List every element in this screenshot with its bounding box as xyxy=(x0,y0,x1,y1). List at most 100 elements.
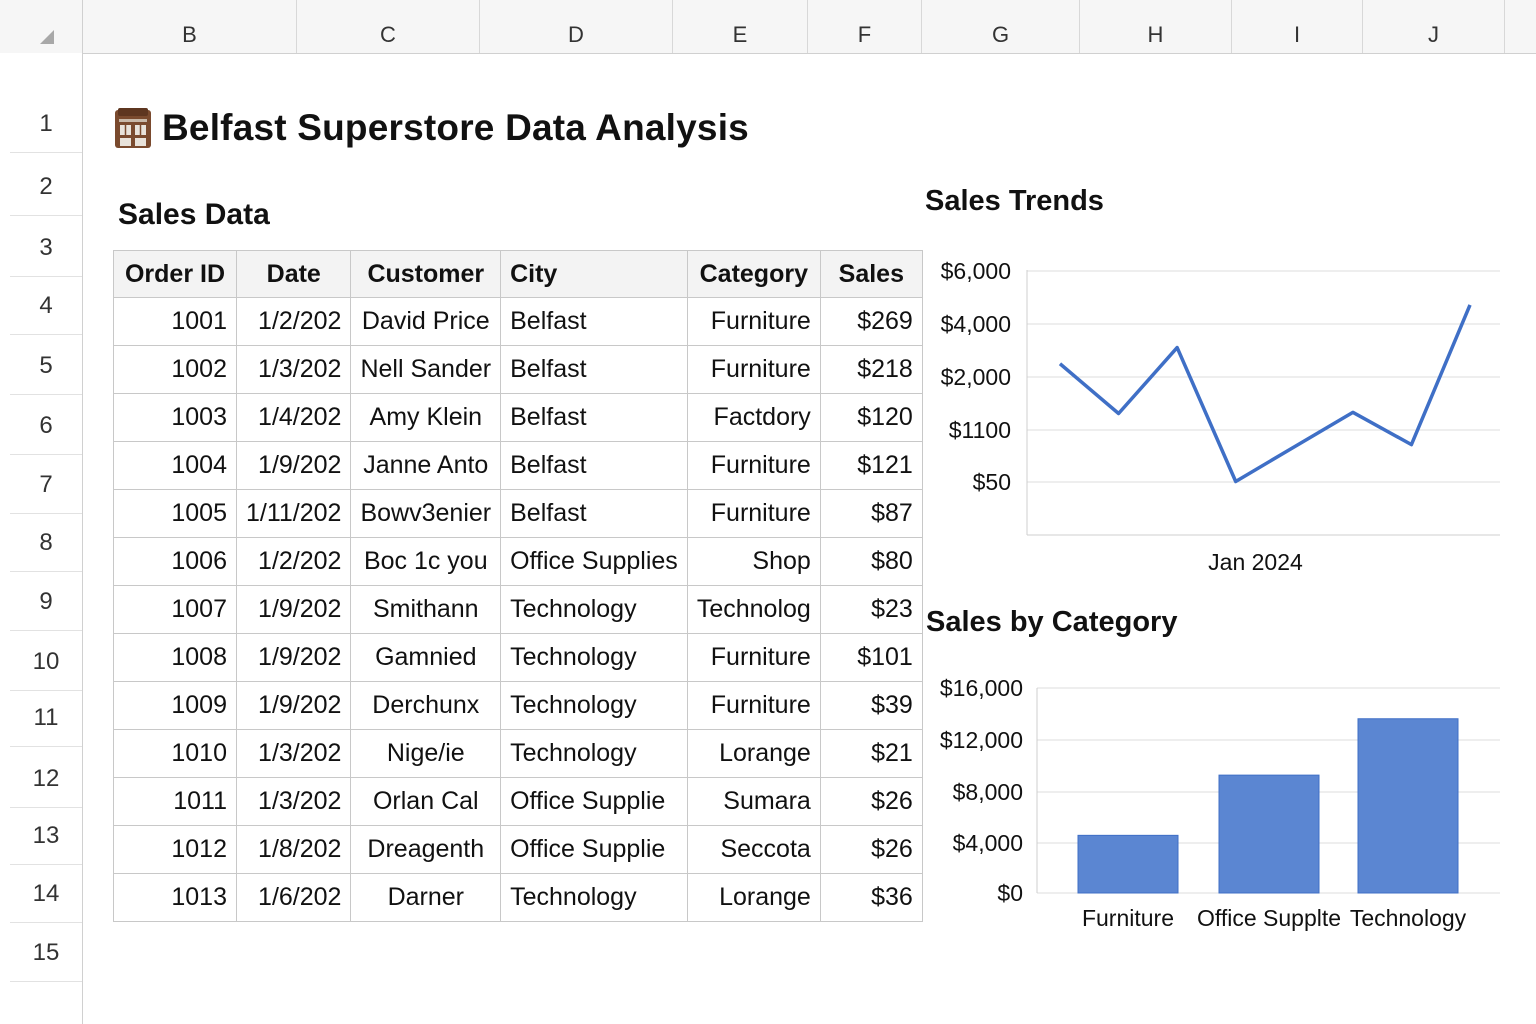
row-header-14[interactable]: 14 xyxy=(10,865,82,923)
customer-cell[interactable]: Gamnied xyxy=(350,633,502,682)
city-cell[interactable]: Office Supplie xyxy=(500,825,688,874)
customer-cell[interactable]: Orlan Cal xyxy=(350,777,502,826)
date-cell[interactable]: 1/9/202 xyxy=(235,633,352,682)
customer-cell[interactable]: Darner xyxy=(350,873,502,922)
row-header-12[interactable]: 12 xyxy=(10,750,82,808)
column-header-h[interactable]: H xyxy=(1080,0,1232,53)
customer-cell[interactable]: Janne Anto xyxy=(350,441,502,490)
date-cell[interactable]: 1/8/202 xyxy=(235,825,352,874)
city-cell[interactable]: Belfast xyxy=(500,393,688,442)
header-order-id[interactable]: Order ID xyxy=(113,250,237,298)
customer-cell[interactable]: Derchunx xyxy=(350,681,502,730)
row-header-3[interactable]: 3 xyxy=(10,219,82,277)
header-city[interactable]: City xyxy=(500,250,688,298)
city-cell[interactable]: Office Supplie xyxy=(500,777,688,826)
row-header-5[interactable]: 5 xyxy=(10,337,82,395)
order-id-cell[interactable]: 1012 xyxy=(113,825,237,874)
city-cell[interactable]: Technology xyxy=(500,729,688,778)
city-cell[interactable]: Technology xyxy=(500,873,688,922)
date-cell[interactable]: 1/3/202 xyxy=(235,729,352,778)
sales-cell[interactable]: $26 xyxy=(819,825,923,874)
order-id-cell[interactable]: 1001 xyxy=(113,297,237,346)
sales-cell[interactable]: $87 xyxy=(819,489,923,538)
sales-cell[interactable]: $101 xyxy=(819,633,923,682)
column-header-c[interactable]: C xyxy=(297,0,480,53)
category-cell[interactable]: Furniture xyxy=(686,297,821,346)
customer-cell[interactable]: Amy Klein xyxy=(350,393,502,442)
category-cell[interactable]: Furniture xyxy=(686,489,821,538)
customer-cell[interactable]: Bowv3enier xyxy=(350,489,502,538)
date-cell[interactable]: 1/11/202 xyxy=(235,489,352,538)
sales-cell[interactable]: $36 xyxy=(819,873,923,922)
customer-cell[interactable]: Smithann xyxy=(350,585,502,634)
sales-cell[interactable]: $121 xyxy=(819,441,923,490)
sales-cell[interactable]: $23 xyxy=(819,585,923,634)
date-cell[interactable]: 1/2/202 xyxy=(235,537,352,586)
city-cell[interactable]: Office Supplies xyxy=(500,537,688,586)
city-cell[interactable]: Belfast xyxy=(500,297,688,346)
sales-cell[interactable]: $269 xyxy=(819,297,923,346)
row-header-15[interactable]: 15 xyxy=(10,924,82,982)
customer-cell[interactable]: Dreagenth xyxy=(350,825,502,874)
date-cell[interactable]: 1/3/202 xyxy=(235,777,352,826)
row-header-7[interactable]: 7 xyxy=(10,456,82,514)
city-cell[interactable]: Belfast xyxy=(500,345,688,394)
sales-cell[interactable]: $80 xyxy=(819,537,923,586)
select-all-corner[interactable] xyxy=(0,0,83,53)
order-id-cell[interactable]: 1009 xyxy=(113,681,237,730)
row-header-11[interactable]: 11 xyxy=(10,689,82,747)
sales-cell[interactable]: $120 xyxy=(819,393,923,442)
city-cell[interactable]: Technology xyxy=(500,681,688,730)
column-header-e[interactable]: E xyxy=(673,0,808,53)
row-header-1[interactable]: 1 xyxy=(10,95,82,153)
category-cell[interactable]: Lorange xyxy=(686,729,821,778)
order-id-cell[interactable]: 1010 xyxy=(113,729,237,778)
customer-cell[interactable]: Boc 1c you xyxy=(350,537,502,586)
order-id-cell[interactable]: 1007 xyxy=(113,585,237,634)
header-customer[interactable]: Customer xyxy=(350,250,502,298)
row-header-2[interactable]: 2 xyxy=(10,158,82,216)
customer-cell[interactable]: David Price xyxy=(350,297,502,346)
header-category[interactable]: Category xyxy=(686,250,821,298)
sales-cell[interactable]: $21 xyxy=(819,729,923,778)
sales-cell[interactable]: $218 xyxy=(819,345,923,394)
category-cell[interactable]: Shop xyxy=(686,537,821,586)
column-header-j[interactable]: J xyxy=(1363,0,1505,53)
order-id-cell[interactable]: 1006 xyxy=(113,537,237,586)
category-cell[interactable]: Furniture xyxy=(686,681,821,730)
row-header-9[interactable]: 9 xyxy=(10,573,82,631)
order-id-cell[interactable]: 1002 xyxy=(113,345,237,394)
column-header-d[interactable]: D xyxy=(480,0,673,53)
row-header-6[interactable]: 6 xyxy=(10,397,82,455)
column-header-f[interactable]: F xyxy=(808,0,922,53)
column-header-i[interactable]: I xyxy=(1232,0,1363,53)
category-cell[interactable]: Technolog xyxy=(686,585,821,634)
customer-cell[interactable]: Nell Sander xyxy=(350,345,502,394)
row-header-8[interactable]: 8 xyxy=(10,514,82,572)
row-header-4[interactable]: 4 xyxy=(10,277,82,335)
category-cell[interactable]: Lorange xyxy=(686,873,821,922)
category-cell[interactable]: Sumara xyxy=(686,777,821,826)
order-id-cell[interactable]: 1011 xyxy=(113,777,237,826)
customer-cell[interactable]: Nige/ie xyxy=(350,729,502,778)
city-cell[interactable]: Technology xyxy=(500,585,688,634)
date-cell[interactable]: 1/4/202 xyxy=(235,393,352,442)
order-id-cell[interactable]: 1004 xyxy=(113,441,237,490)
order-id-cell[interactable]: 1008 xyxy=(113,633,237,682)
date-cell[interactable]: 1/9/202 xyxy=(235,585,352,634)
date-cell[interactable]: 1/9/202 xyxy=(235,681,352,730)
order-id-cell[interactable]: 1013 xyxy=(113,873,237,922)
category-cell[interactable]: Furniture xyxy=(686,633,821,682)
order-id-cell[interactable]: 1005 xyxy=(113,489,237,538)
sales-cell[interactable]: $26 xyxy=(819,777,923,826)
header-date[interactable]: Date xyxy=(235,250,352,298)
header-sales[interactable]: Sales xyxy=(819,250,923,298)
category-cell[interactable]: Factdory xyxy=(686,393,821,442)
city-cell[interactable]: Belfast xyxy=(500,489,688,538)
category-cell[interactable]: Furniture xyxy=(686,345,821,394)
column-header-g[interactable]: G xyxy=(922,0,1080,53)
category-cell[interactable]: Furniture xyxy=(686,441,821,490)
column-header-b[interactable]: B xyxy=(83,0,297,53)
order-id-cell[interactable]: 1003 xyxy=(113,393,237,442)
date-cell[interactable]: 1/6/202 xyxy=(235,873,352,922)
